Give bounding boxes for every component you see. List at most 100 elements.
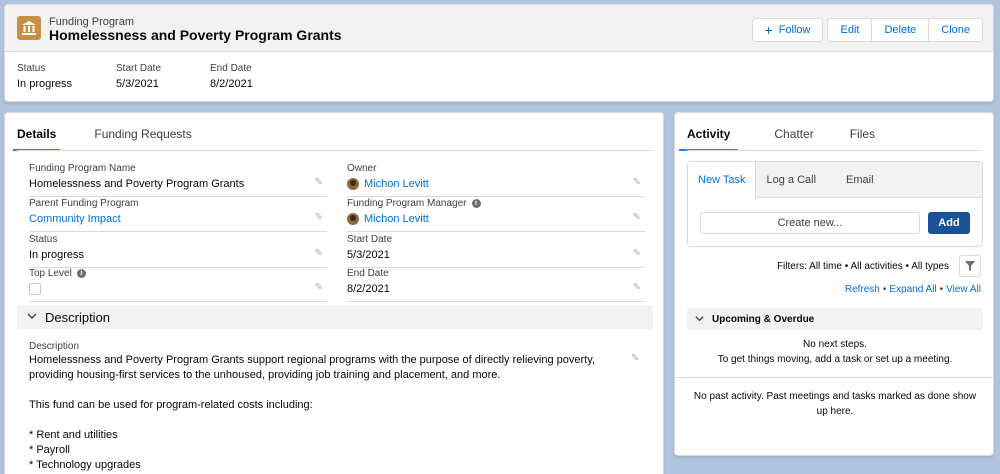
info-icon[interactable]: i: [471, 199, 481, 208]
details-card: Details Funding Requests Funding Program…: [4, 112, 664, 474]
field-label: End Date: [347, 268, 389, 279]
bank-icon: [17, 16, 41, 40]
tab-funding-requests[interactable]: Funding Requests: [94, 127, 191, 151]
pencil-icon[interactable]: ✎: [633, 248, 641, 259]
header-actions: + Follow Edit Delete Clone: [751, 18, 983, 42]
tabs-divider: [17, 150, 653, 151]
description-label: Description: [29, 341, 80, 352]
chevron-down-icon: [27, 311, 37, 324]
avatar: [347, 178, 359, 190]
description-text: Homelessness and Poverty Program Grants …: [29, 353, 629, 473]
field-program-name: Funding Program Name Homelessness and Po…: [29, 163, 327, 197]
activity-tabs: Activity Chatter Files: [679, 127, 911, 151]
description-list-item: * Technology upgrades: [29, 459, 141, 471]
field-top-level: Top Level i ✎: [29, 268, 327, 302]
create-new-input[interactable]: Create new...: [700, 212, 920, 234]
tab-details[interactable]: Details: [13, 127, 61, 151]
field-label: Parent Funding Program: [29, 198, 139, 209]
no-past-activity: No past activity. Past meetings and task…: [693, 391, 977, 417]
field-label: Status: [29, 234, 58, 245]
description-section-header[interactable]: Description: [17, 305, 653, 329]
pencil-icon[interactable]: ✎: [315, 212, 323, 223]
pencil-icon[interactable]: ✎: [631, 353, 639, 364]
edit-button[interactable]: Edit: [827, 18, 873, 42]
description-list-item: * Payroll: [29, 444, 70, 456]
no-steps-line: To get things moving, add a task or set …: [717, 354, 953, 365]
field-owner: Owner Michon Levitt ✎: [347, 163, 645, 197]
activity-composer: New Task Log a Call Email Create new... …: [687, 161, 983, 247]
field-label: Funding Program Name: [29, 163, 136, 174]
view-all-link[interactable]: View All: [946, 284, 981, 295]
pencil-icon[interactable]: ✎: [315, 248, 323, 259]
follow-button[interactable]: + Follow: [751, 18, 824, 42]
details-tabs: Details Funding Requests: [13, 127, 226, 151]
highlight-start-date: Start Date 5/3/2021: [116, 63, 161, 90]
pencil-icon[interactable]: ✎: [633, 282, 641, 293]
description-list-item: * Rent and utilities: [29, 429, 118, 441]
field-label: Funding Program Manager i: [347, 198, 645, 209]
follow-label: Follow: [778, 24, 811, 36]
record-header-top: Funding Program Homelessness and Poverty…: [5, 5, 993, 52]
manager-link[interactable]: Michon Levitt: [364, 213, 429, 225]
add-button[interactable]: Add: [928, 212, 970, 234]
highlight-value: 5/3/2021: [116, 78, 159, 90]
tabs-divider: [687, 150, 981, 151]
tab-email[interactable]: Email: [826, 162, 884, 197]
upcoming-overdue-header[interactable]: Upcoming & Overdue: [687, 308, 983, 330]
highlight-value: 8/2/2021: [210, 78, 253, 90]
field-value: In progress: [29, 249, 85, 261]
highlight-end-date: End Date 8/2/2021: [210, 63, 253, 90]
field-value: Homelessness and Poverty Program Grants: [29, 178, 245, 190]
tab-new-task[interactable]: New Task: [688, 162, 757, 199]
tab-activity[interactable]: Activity: [679, 127, 739, 151]
top-level-label: Top Level: [29, 268, 72, 279]
pencil-icon[interactable]: ✎: [315, 282, 323, 293]
tab-log-a-call[interactable]: Log a Call: [756, 162, 826, 197]
record-title: Homelessness and Poverty Program Grants: [49, 27, 342, 43]
field-value: Michon Levitt: [347, 178, 645, 190]
filters-text: Filters: All time • All activities • All…: [776, 261, 949, 272]
pencil-icon[interactable]: ✎: [633, 212, 641, 223]
divider: [675, 377, 993, 378]
delete-button[interactable]: Delete: [872, 18, 930, 42]
highlight-label: End Date: [210, 63, 252, 74]
no-next-steps: No next steps. To get things moving, add…: [687, 337, 983, 367]
plus-icon: +: [764, 22, 773, 38]
avatar: [347, 213, 359, 225]
field-value: Michon Levitt: [347, 213, 645, 225]
field-value: 5/3/2021: [347, 249, 390, 261]
highlight-label: Start Date: [116, 63, 162, 74]
tab-chatter[interactable]: Chatter: [774, 127, 813, 151]
top-level-checkbox[interactable]: [29, 283, 41, 295]
highlight-status: Status In progress: [17, 63, 72, 90]
field-label: Top Level i: [29, 268, 327, 279]
field-end-date: End Date 8/2/2021 ✎: [347, 268, 645, 302]
manager-label: Funding Program Manager: [347, 198, 467, 209]
pencil-icon[interactable]: ✎: [315, 177, 323, 188]
refresh-link[interactable]: Refresh: [845, 284, 880, 295]
description-paragraph: This fund can be used for program-relate…: [29, 399, 313, 411]
description-paragraph: Homelessness and Poverty Program Grants …: [29, 354, 595, 381]
upcoming-title: Upcoming & Overdue: [712, 313, 815, 325]
expand-all-link[interactable]: Expand All: [889, 284, 936, 295]
activity-card: Activity Chatter Files New Task Log a Ca…: [674, 112, 994, 456]
link-separator: •: [882, 284, 887, 295]
field-value: 8/2/2021: [347, 283, 390, 295]
change-owner-icon[interactable]: ✎: [633, 177, 641, 188]
field-start-date: Start Date 5/3/2021 ✎: [347, 234, 645, 268]
tab-files[interactable]: Files: [850, 127, 875, 151]
clone-button[interactable]: Clone: [929, 18, 983, 42]
field-label: Start Date: [347, 234, 393, 245]
no-steps-line: No next steps.: [803, 339, 867, 350]
field-manager: Funding Program Manager i Michon Levitt …: [347, 198, 645, 232]
highlight-label: Status: [17, 63, 46, 74]
parent-program-link[interactable]: Community Impact: [29, 213, 327, 225]
section-title: Description: [45, 309, 111, 325]
field-label: Owner: [347, 163, 377, 174]
filter-icon[interactable]: [959, 255, 981, 277]
record-header: Funding Program Homelessness and Poverty…: [4, 4, 994, 102]
info-icon[interactable]: i: [76, 269, 86, 278]
field-value: [29, 283, 327, 295]
field-parent-program: Parent Funding Program Community Impact …: [29, 198, 327, 232]
owner-link[interactable]: Michon Levitt: [364, 178, 429, 190]
